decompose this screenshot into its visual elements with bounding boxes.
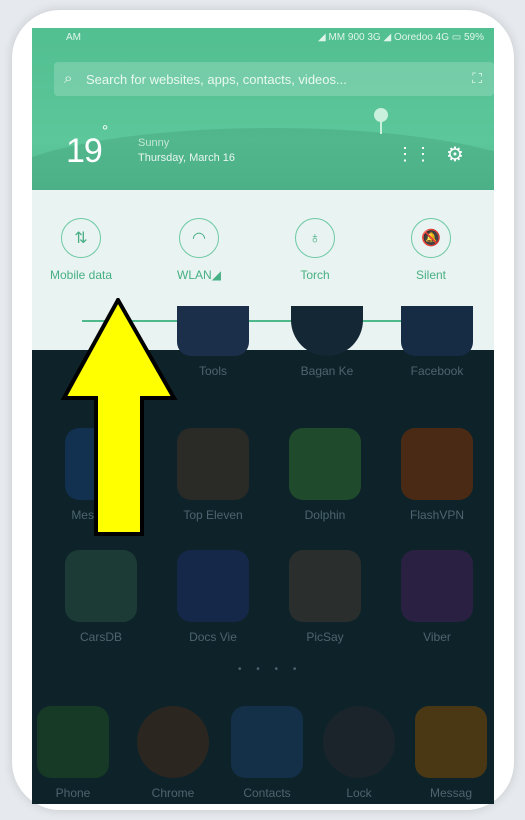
status-bar: AM ◢ MM 900 3G ◢ Ooredoo 4G ▭ 59% [32,28,494,50]
app-label: Lock [346,786,372,800]
phone-icon [37,706,109,778]
weather-date: Thursday, March 16 [138,152,236,164]
toggle-wlan[interactable]: ◠ WLAN◢ [156,218,242,282]
app-flashvpn[interactable]: FlashVPN [392,428,482,522]
weather-info: Sunny Thursday, March 16 [138,136,235,166]
temperature: 19° [66,122,108,170]
docs-icon [177,550,249,622]
app-phone[interactable]: Phone [32,706,118,800]
yellow-arrow-icon [60,298,178,536]
app-label: Facebook [410,364,464,378]
message-icon [415,706,487,778]
app-facebook[interactable]: Facebook [392,306,482,378]
app-messaging[interactable]: Messag [406,706,494,800]
toggle-torch[interactable]: ♁ Torch [272,218,358,282]
picsay-icon [289,550,361,622]
gear-icon[interactable]: ⚙ [446,142,464,167]
facebook-icon [401,306,473,356]
app-picsay[interactable]: PicSay [280,550,370,644]
app-label: Bagan Ke [300,364,354,378]
toggle-label: WLAN◢ [177,268,221,282]
contacts-icon [231,706,303,778]
app-contacts[interactable]: Contacts [222,706,312,800]
toggle-label: Mobile data [49,268,113,282]
bagan-icon [291,306,363,356]
app-viber[interactable]: Viber [392,550,482,644]
toggle-label: Torch [300,268,330,282]
toggle-label: Silent [415,268,447,282]
app-label: Contacts [243,786,291,800]
torch-icon: ♁ [295,218,335,258]
mobile-data-icon: ⇅ [61,218,101,258]
search-placeholder: Search for websites, apps, contacts, vid… [86,72,347,87]
page-indicator: • • • • [238,664,303,675]
viber-icon [401,550,473,622]
search-icon: ⌕ [64,70,73,87]
wifi-icon: ◠ [179,218,219,258]
app-lock[interactable]: Lock [314,706,404,800]
lock-icon [323,706,395,778]
search-bar[interactable]: ⌕ Search for websites, apps, contacts, v… [54,62,494,96]
app-label: Top Eleven [183,508,243,522]
app-label: Messag [429,786,473,800]
app-label: Tools [198,364,227,378]
flashvpn-icon [401,428,473,500]
app-label: Dolphin [304,508,346,522]
app-label: Chrome [151,786,195,800]
app-tools[interactable]: Tools [168,306,258,378]
app-top-eleven[interactable]: Top Eleven [168,428,258,522]
silent-icon: 🔕 [411,218,451,258]
app-chrome[interactable]: Chrome [128,706,218,800]
app-label: FlashVPN [409,508,465,522]
app-label: PicSay [306,630,344,644]
app-bagan[interactable]: Bagan Ke [282,306,372,378]
car-icon [65,550,137,622]
status-indicators: ◢ MM 900 3G ◢ Ooredoo 4G ▭ 59% [317,32,484,43]
app-label: Docs Vie [189,630,237,644]
phone-screen: AM ◢ MM 900 3G ◢ Ooredoo 4G ▭ 59% ⌕ Sear… [32,28,494,804]
tools-icon [177,306,249,356]
app-label: Phone [55,786,91,800]
grid-icon[interactable]: ⋮⋮ [396,144,432,165]
app-carsdb[interactable]: CarsDB [56,550,146,644]
toggle-mobile-data[interactable]: ⇅ Mobile data [38,218,124,282]
notification-header: AM ◢ MM 900 3G ◢ Ooredoo 4G ▭ 59% ⌕ Sear… [32,28,494,248]
app-docs-viewer[interactable]: Docs Vie [168,550,258,644]
scan-icon[interactable]: ⛶ [472,70,482,87]
app-label: Viber [423,630,451,644]
app-dolphin[interactable]: Dolphin [280,428,370,522]
weather-condition: Sunny [138,137,170,149]
dolphin-icon [289,428,361,500]
toggle-silent[interactable]: 🔕 Silent [388,218,474,282]
top-eleven-icon [177,428,249,500]
tree-trunk [380,120,382,134]
app-label: CarsDB [79,630,122,644]
status-time: AM [66,32,81,43]
chrome-icon [137,706,209,778]
